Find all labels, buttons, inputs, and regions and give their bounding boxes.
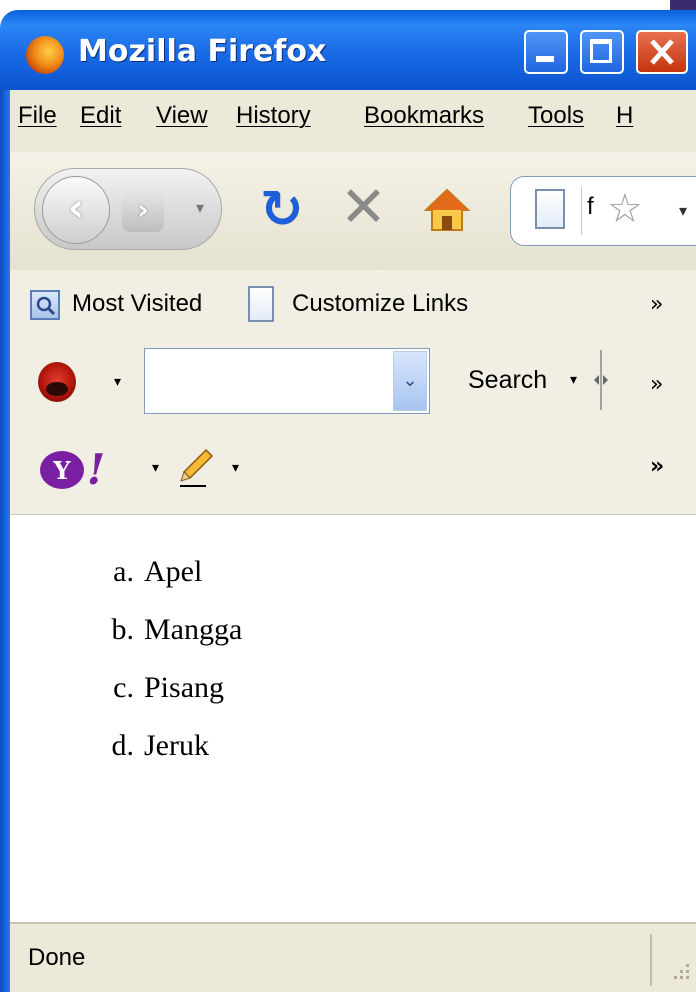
maximize-button[interactable] bbox=[580, 30, 624, 74]
status-bar: Done bbox=[10, 922, 696, 992]
yahoo-toolbar: Y ! ▾ ▾ » bbox=[10, 428, 696, 515]
menu-file[interactable]: File bbox=[18, 102, 57, 130]
chevron-down-icon: ⌄ bbox=[402, 370, 418, 391]
url-text[interactable]: f bbox=[587, 193, 594, 221]
close-button[interactable] bbox=[636, 30, 688, 74]
title-bar[interactable]: Mozilla Firefox bbox=[0, 10, 696, 90]
menu-edit[interactable]: Edit bbox=[80, 102, 121, 130]
yahoo-dropdown-icon[interactable]: ▾ bbox=[152, 460, 159, 476]
menu-bar: File Edit View History Bookmarks Tools H bbox=[10, 90, 696, 153]
svg-text:Y: Y bbox=[52, 456, 71, 485]
stop-icon[interactable]: ✕ bbox=[340, 178, 387, 238]
monkey-icon[interactable] bbox=[38, 362, 76, 402]
pencil-dropdown-icon[interactable]: ▾ bbox=[232, 460, 239, 476]
browser-window: Mozilla Firefox File Edit View History B… bbox=[0, 0, 696, 992]
bookmark-star-icon[interactable]: ☆ bbox=[607, 187, 643, 231]
home-icon[interactable] bbox=[424, 188, 470, 232]
url-separator bbox=[581, 187, 582, 235]
maximize-icon bbox=[590, 39, 612, 63]
window-title: Mozilla Firefox bbox=[78, 34, 327, 69]
bookmarks-toolbar: Most Visited Customize Links » bbox=[10, 270, 696, 343]
list-marker: a. bbox=[113, 555, 134, 588]
search-button[interactable]: Search bbox=[468, 366, 547, 395]
close-icon bbox=[650, 39, 674, 65]
resize-grip-icon[interactable] bbox=[670, 960, 692, 984]
back-button[interactable]: ‹ bbox=[42, 176, 110, 244]
search-toolbar-overflow-icon[interactable]: » bbox=[650, 372, 663, 397]
bookmark-customize-links[interactable]: Customize Links bbox=[292, 290, 468, 318]
search-toolbar: ▾ ⌄ Search ▾ » bbox=[10, 342, 696, 429]
navigation-toolbar: ‹ › ▾ ↻ ✕ f ☆ ▾ bbox=[10, 152, 696, 271]
minimize-icon bbox=[536, 56, 554, 62]
page-icon bbox=[535, 189, 565, 229]
menu-history[interactable]: History bbox=[236, 102, 311, 130]
resize-handle-icon[interactable] bbox=[592, 350, 610, 410]
list-item-text: Jeruk bbox=[144, 729, 209, 762]
pencil-icon[interactable] bbox=[176, 446, 216, 490]
list-marker: c. bbox=[113, 671, 134, 704]
search-dropdown-button[interactable]: ⌄ bbox=[393, 351, 427, 411]
page-icon bbox=[248, 286, 274, 322]
forward-arrow-icon: › bbox=[137, 193, 149, 226]
monkey-dropdown-icon[interactable]: ▾ bbox=[114, 374, 121, 390]
list-item-text: Pisang bbox=[144, 671, 225, 704]
yahoo-toolbar-overflow-icon[interactable]: » bbox=[650, 454, 664, 479]
back-arrow-icon: ‹ bbox=[67, 185, 85, 231]
most-visited-icon bbox=[30, 290, 60, 320]
page-content: a. Apel b. Mangga c. Pisang d. Jeruk bbox=[10, 515, 696, 922]
reload-icon[interactable]: ↻ bbox=[260, 182, 304, 238]
search-input[interactable]: ⌄ bbox=[144, 348, 430, 414]
list-item-text: Mangga bbox=[144, 613, 243, 646]
bookmark-most-visited[interactable]: Most Visited bbox=[72, 290, 202, 318]
firefox-logo-icon bbox=[26, 36, 64, 74]
status-divider bbox=[650, 934, 652, 986]
window-frame-left bbox=[0, 90, 10, 992]
status-text: Done bbox=[28, 944, 86, 971]
list-item-text: Apel bbox=[144, 555, 203, 588]
svg-text:!: ! bbox=[87, 446, 105, 492]
list-marker: b. bbox=[111, 613, 135, 646]
url-dropdown-icon[interactable]: ▾ bbox=[679, 201, 687, 220]
bookmarks-overflow-icon[interactable]: » bbox=[650, 292, 663, 317]
menu-help[interactable]: H bbox=[616, 102, 633, 130]
minimize-button[interactable] bbox=[524, 30, 568, 74]
menu-tools[interactable]: Tools bbox=[528, 102, 584, 130]
menu-view[interactable]: View bbox=[156, 102, 208, 130]
forward-button[interactable]: › bbox=[122, 190, 164, 232]
list-marker: d. bbox=[111, 729, 135, 762]
search-dropdown-icon[interactable]: ▾ bbox=[570, 372, 577, 388]
history-dropdown-icon[interactable]: ▾ bbox=[196, 198, 204, 217]
location-bar[interactable]: f ☆ ▾ bbox=[510, 176, 696, 246]
yahoo-logo-icon[interactable]: Y ! bbox=[38, 446, 114, 492]
menu-bookmarks[interactable]: Bookmarks bbox=[364, 102, 484, 130]
